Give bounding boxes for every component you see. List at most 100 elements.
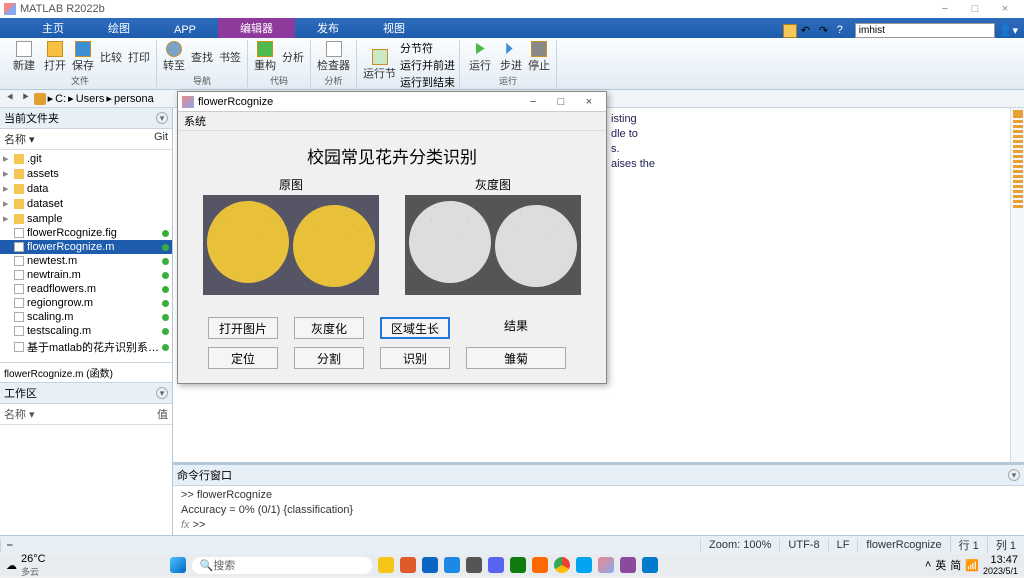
app-icon[interactable] bbox=[510, 557, 526, 573]
back-icon[interactable]: ⯇ bbox=[4, 92, 17, 105]
signin-button[interactable]: 👤▾ bbox=[999, 24, 1018, 37]
tree-item[interactable]: flowerRcognize.m bbox=[0, 240, 172, 254]
result-label: 结果 bbox=[466, 317, 566, 339]
status-le[interactable]: LF bbox=[828, 539, 858, 551]
run-to-end-button[interactable]: 运行到结束 bbox=[400, 74, 455, 90]
caption-original: 原图 bbox=[203, 176, 379, 195]
find-button[interactable]: 查找 bbox=[189, 49, 215, 65]
panel-menu-icon[interactable]: ▾ bbox=[1008, 469, 1020, 481]
stop-button[interactable]: 停止 bbox=[526, 41, 552, 73]
taskbar-search[interactable]: 🔍 搜索 bbox=[192, 557, 372, 574]
analyze-button[interactable]: 分析 bbox=[280, 49, 306, 65]
ime-format[interactable]: 简 bbox=[950, 557, 961, 573]
tree-item[interactable]: newtest.m bbox=[0, 254, 172, 268]
tree-item[interactable]: ▸assets bbox=[0, 166, 172, 181]
app-icon[interactable] bbox=[444, 557, 460, 573]
save-icon[interactable] bbox=[783, 24, 797, 38]
clock-date[interactable]: 2023/5/1 bbox=[983, 566, 1018, 576]
status-bar: ⎯ Zoom: 100% UTF-8 LF flowerRcognize 行 1… bbox=[0, 535, 1024, 554]
dialog-menu[interactable]: 系统 bbox=[178, 112, 606, 131]
close-button[interactable]: × bbox=[990, 3, 1020, 15]
locate-button[interactable]: 定位 bbox=[208, 347, 278, 369]
command-window[interactable]: >> flowerRcognizeAccuracy = 0% (0/1) {cl… bbox=[173, 486, 1024, 535]
save-button[interactable]: 保存 bbox=[70, 41, 96, 73]
tab-plot[interactable]: 绘图 bbox=[86, 18, 152, 38]
bookmark-button[interactable]: 书签 bbox=[217, 49, 243, 65]
windows-taskbar[interactable]: ☁ 26°C多云 🔍 搜索 ˄ 英 简 📶 13:47 2023/5/1 bbox=[0, 554, 1024, 576]
tree-item[interactable]: ▸sample bbox=[0, 211, 172, 226]
clock-time[interactable]: 13:47 bbox=[983, 554, 1018, 566]
help-icon[interactable]: ? bbox=[837, 24, 851, 38]
region-grow-button[interactable]: 区域生长 bbox=[380, 317, 450, 339]
undo-icon[interactable]: ↶ bbox=[801, 24, 815, 38]
tree-item[interactable]: ▸data bbox=[0, 181, 172, 196]
goto-button[interactable]: 转至 bbox=[161, 41, 187, 73]
network-icon[interactable]: 📶 bbox=[965, 559, 979, 572]
chrome-icon[interactable] bbox=[554, 557, 570, 573]
app-icon[interactable] bbox=[488, 557, 504, 573]
tree-item[interactable]: 基于matlab的花卉识别系… bbox=[0, 338, 172, 356]
panel-menu-icon[interactable]: ▾ bbox=[156, 387, 168, 399]
sectionbreak-button[interactable]: 分节符 bbox=[400, 40, 455, 56]
recognize-button[interactable]: 识别 bbox=[380, 347, 450, 369]
matlab-icon[interactable] bbox=[598, 557, 614, 573]
step-button[interactable]: 步进 bbox=[498, 41, 524, 73]
status-encoding[interactable]: UTF-8 bbox=[779, 539, 827, 551]
tree-item[interactable]: ▸.git bbox=[0, 151, 172, 166]
grayscale-button[interactable]: 灰度化 bbox=[294, 317, 364, 339]
run-button[interactable]: 运行 bbox=[464, 41, 496, 73]
refactor-button[interactable]: 重构 bbox=[252, 41, 278, 73]
maximize-button[interactable]: □ bbox=[960, 3, 990, 15]
dialog-maximize-button[interactable]: □ bbox=[548, 96, 574, 108]
weather-widget[interactable]: ☁ 26°C多云 bbox=[6, 553, 46, 578]
tree-item[interactable]: readflowers.m bbox=[0, 282, 172, 296]
tree-item[interactable]: testscaling.m bbox=[0, 324, 172, 338]
tray-chevron-icon[interactable]: ˄ bbox=[925, 559, 931, 571]
app-icon[interactable] bbox=[532, 557, 548, 573]
tab-editor[interactable]: 编辑器 bbox=[218, 18, 295, 38]
dialog-minimize-button[interactable]: − bbox=[520, 96, 546, 108]
app-icon[interactable] bbox=[620, 557, 636, 573]
app-icon[interactable] bbox=[466, 557, 482, 573]
tab-app[interactable]: APP bbox=[152, 22, 218, 38]
vscode-icon[interactable] bbox=[642, 557, 658, 573]
path-seg[interactable]: C: bbox=[55, 93, 66, 105]
doc-search-input[interactable] bbox=[855, 23, 995, 38]
tree-columns[interactable]: 名称 ▾Git bbox=[0, 129, 172, 150]
file-tree[interactable]: ▸.git▸assets▸data▸dataset▸sampleflowerRc… bbox=[0, 150, 172, 362]
fwd-icon[interactable]: ⯈ bbox=[19, 92, 32, 105]
open-image-button[interactable]: 打开图片 bbox=[208, 317, 278, 339]
ime-indicator[interactable]: 英 bbox=[935, 557, 946, 573]
panel-menu-icon[interactable]: ▾ bbox=[156, 112, 168, 124]
minimize-button[interactable]: − bbox=[930, 3, 960, 15]
compare-button[interactable]: 比较 bbox=[98, 49, 124, 65]
tab-publish[interactable]: 发布 bbox=[295, 18, 361, 38]
app-icon[interactable] bbox=[422, 557, 438, 573]
tab-view[interactable]: 视图 bbox=[361, 18, 427, 38]
tree-item[interactable]: ▸dataset bbox=[0, 196, 172, 211]
runsection-button[interactable]: 运行节 bbox=[361, 49, 398, 81]
code-inspector-button[interactable]: 检查器 bbox=[315, 41, 352, 73]
print-button[interactable]: 打印 bbox=[126, 49, 152, 65]
redo-icon[interactable]: ↷ bbox=[819, 24, 833, 38]
app-icon[interactable] bbox=[576, 557, 592, 573]
tree-item[interactable]: flowerRcognize.fig bbox=[0, 226, 172, 240]
tree-item[interactable]: scaling.m bbox=[0, 310, 172, 324]
app-icon[interactable] bbox=[400, 557, 416, 573]
group-label-file: 文件 bbox=[8, 73, 152, 87]
new-button[interactable]: 新建 bbox=[8, 41, 40, 73]
open-button[interactable]: 打开 bbox=[42, 41, 68, 73]
run-advance-button[interactable]: 运行并前进 bbox=[400, 57, 455, 73]
path-seg[interactable]: persona bbox=[114, 93, 154, 105]
tab-home[interactable]: 主页 bbox=[20, 18, 86, 38]
start-icon[interactable] bbox=[170, 557, 186, 573]
workspace-columns[interactable]: 名称 ▾值 bbox=[0, 404, 172, 425]
app-icon[interactable] bbox=[378, 557, 394, 573]
tree-item[interactable]: regiongrow.m bbox=[0, 296, 172, 310]
status-zoom[interactable]: Zoom: 100% bbox=[700, 539, 779, 551]
segment-button[interactable]: 分割 bbox=[294, 347, 364, 369]
dialog-titlebar[interactable]: flowerRcognize − □ × bbox=[178, 92, 606, 112]
path-seg[interactable]: Users bbox=[76, 93, 105, 105]
tree-item[interactable]: newtrain.m bbox=[0, 268, 172, 282]
dialog-close-button[interactable]: × bbox=[576, 96, 602, 108]
